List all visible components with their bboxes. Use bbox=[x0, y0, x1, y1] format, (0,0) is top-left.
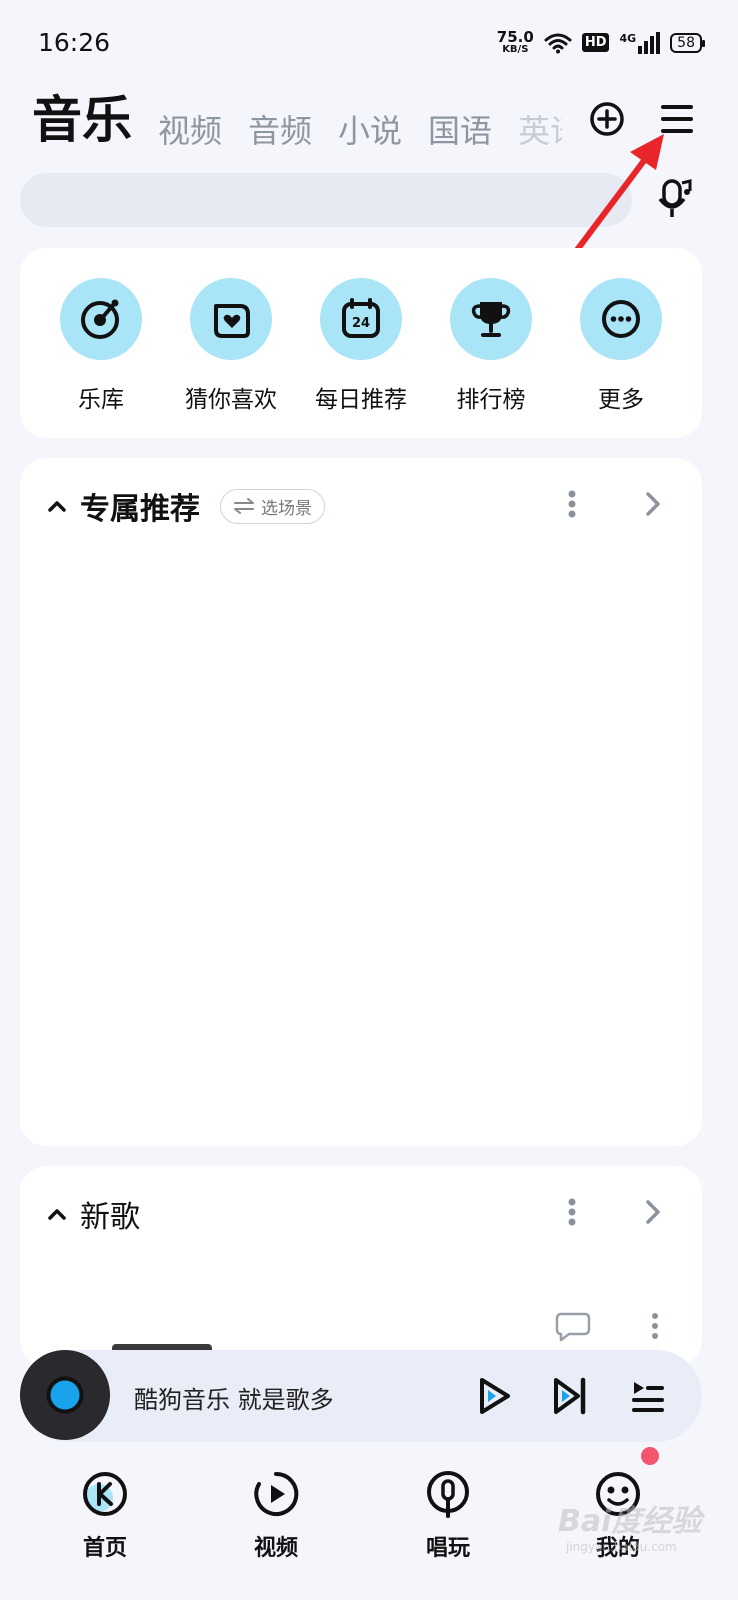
chevron-right-icon[interactable] bbox=[644, 490, 662, 518]
mini-player[interactable] bbox=[20, 1350, 702, 1442]
hd-badge: HD bbox=[581, 33, 610, 52]
exclusive-recommend-section: 专属推荐 选场景 bbox=[20, 458, 702, 1146]
status-time: 16:26 bbox=[38, 28, 111, 57]
quick-item-library[interactable]: 乐库 bbox=[41, 278, 161, 438]
nav-sing[interactable]: 唱玩 bbox=[388, 1460, 508, 1562]
more-dots-icon bbox=[580, 278, 662, 360]
tab-audio[interactable]: 音频 bbox=[248, 106, 312, 152]
quick-item-label: 乐库 bbox=[78, 387, 124, 413]
network-type: 4G bbox=[619, 31, 637, 45]
wifi-icon bbox=[544, 33, 572, 53]
select-scene-button[interactable]: 选场景 bbox=[220, 488, 325, 524]
net-speed-unit: KB/S bbox=[502, 44, 529, 55]
watermark-sub: jingyan.baidu.com bbox=[566, 1540, 677, 1554]
quick-item-guess-you-like[interactable]: 猜你喜欢 bbox=[171, 278, 291, 438]
quick-item-label: 猜你喜欢 bbox=[185, 387, 277, 413]
svg-text:24: 24 bbox=[352, 316, 370, 331]
section-header: 新歌 bbox=[46, 1192, 140, 1236]
next-track-icon[interactable] bbox=[552, 1376, 588, 1416]
chevron-right-icon[interactable] bbox=[644, 1198, 662, 1226]
trophy-icon bbox=[450, 278, 532, 360]
quick-item-label: 每日推荐 bbox=[315, 387, 407, 413]
net-speed: 75.0 KB/S bbox=[497, 30, 534, 55]
top-tabs: 音乐 视频 音频 小说 国语 英语 bbox=[32, 80, 562, 152]
quick-item-label: 排行榜 bbox=[456, 387, 526, 413]
calendar-24-icon: 24 bbox=[320, 278, 402, 360]
swap-icon bbox=[234, 498, 254, 514]
watermark: Bai度经验 bbox=[558, 1504, 702, 1539]
song-more-icon[interactable] bbox=[650, 1312, 660, 1340]
section-more-icon[interactable] bbox=[567, 1198, 577, 1226]
section-more-icon[interactable] bbox=[567, 490, 577, 518]
quick-menu-card: 乐库 猜你喜欢 24 每日推荐 排行榜 更多 bbox=[20, 248, 702, 438]
section-header: 专属推荐 选场景 bbox=[46, 484, 325, 528]
search-input[interactable] bbox=[20, 173, 632, 227]
nav-label: 视频 bbox=[253, 1536, 298, 1561]
signal-icon: 4G bbox=[619, 31, 661, 54]
vinyl-disc-icon[interactable] bbox=[20, 1350, 110, 1440]
quick-item-charts[interactable]: 排行榜 bbox=[431, 278, 551, 438]
new-songs-section: 新歌 bbox=[20, 1166, 702, 1366]
net-speed-value: 75.0 bbox=[496, 28, 534, 46]
tab-mandarin[interactable]: 国语 bbox=[428, 106, 492, 152]
heart-box-icon bbox=[190, 278, 272, 360]
tab-video[interactable]: 视频 bbox=[158, 106, 222, 152]
tab-english[interactable]: 英语 bbox=[518, 106, 562, 152]
quick-item-more[interactable]: 更多 bbox=[561, 278, 681, 438]
quick-item-daily[interactable]: 24 每日推荐 bbox=[301, 278, 421, 438]
player-now-playing[interactable]: 酷狗音乐 就是歌多 bbox=[134, 1380, 334, 1415]
mic-sing-icon bbox=[427, 1471, 469, 1518]
nav-video[interactable]: 视频 bbox=[216, 1460, 336, 1562]
collapse-caret-icon[interactable] bbox=[46, 495, 68, 517]
select-scene-label: 选场景 bbox=[261, 498, 312, 519]
status-icons: 75.0 KB/S HD 4G 58 bbox=[497, 30, 705, 55]
section-title: 专属推荐 bbox=[80, 492, 200, 527]
playlist-icon[interactable] bbox=[630, 1376, 666, 1416]
music-disc-icon bbox=[60, 278, 142, 360]
video-play-icon bbox=[254, 1471, 299, 1516]
comment-icon[interactable] bbox=[555, 1310, 591, 1342]
collapse-caret-icon[interactable] bbox=[46, 1203, 68, 1225]
tab-music[interactable]: 音乐 bbox=[32, 80, 132, 152]
kugou-home-icon bbox=[83, 1472, 127, 1516]
battery-icon: 58 bbox=[670, 32, 705, 53]
quick-item-label: 更多 bbox=[598, 387, 644, 413]
section-title: 新歌 bbox=[80, 1200, 140, 1235]
nav-label: 唱玩 bbox=[425, 1536, 470, 1561]
notification-badge bbox=[641, 1447, 659, 1465]
nav-home[interactable]: 首页 bbox=[45, 1460, 165, 1562]
play-icon[interactable] bbox=[476, 1376, 512, 1416]
tab-novel[interactable]: 小说 bbox=[338, 106, 402, 152]
nav-label: 首页 bbox=[82, 1536, 127, 1561]
